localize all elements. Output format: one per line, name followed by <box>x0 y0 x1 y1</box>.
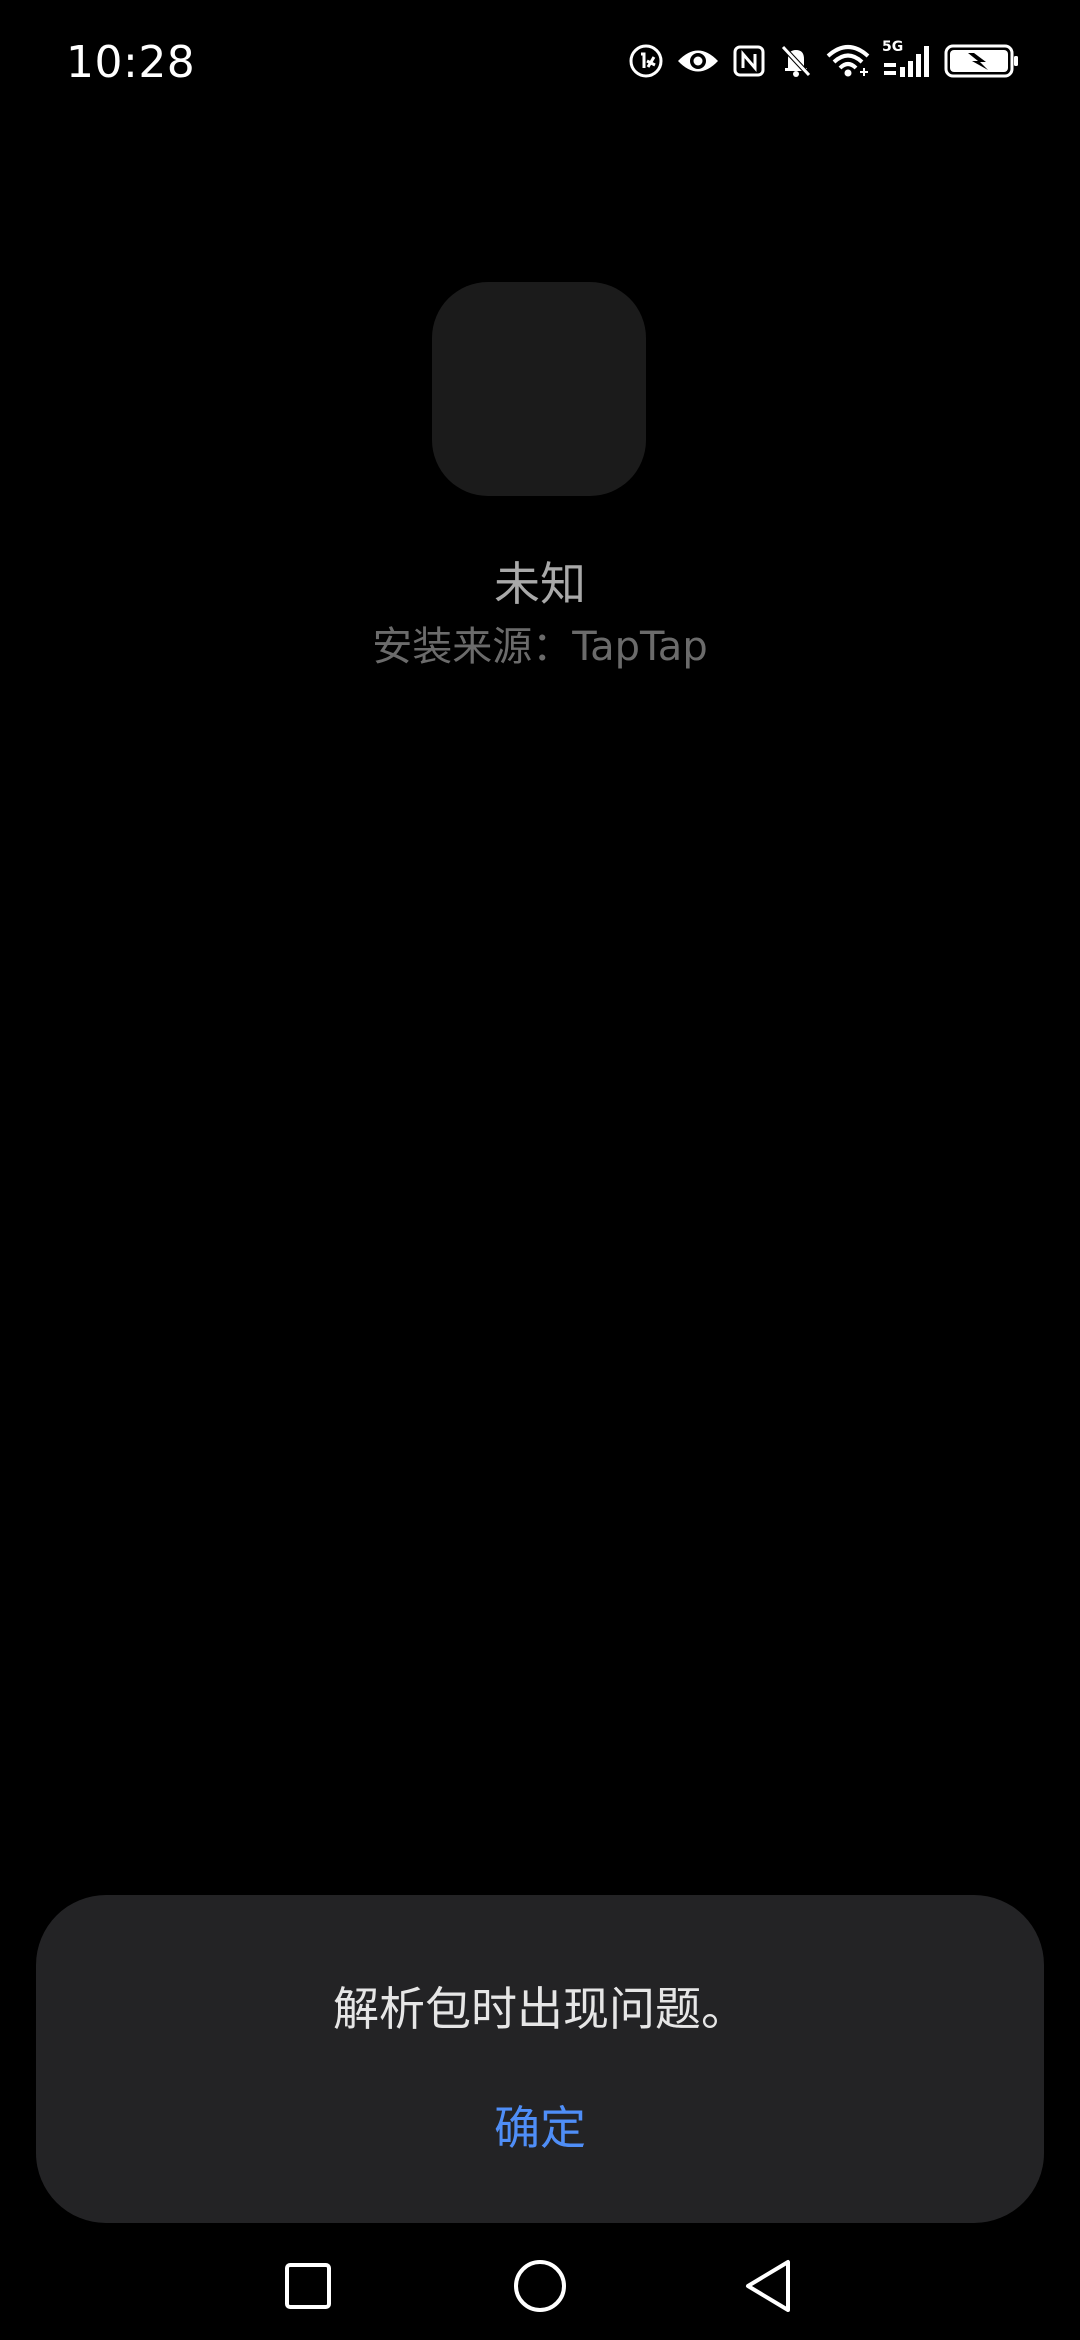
nfc-icon <box>733 45 765 77</box>
app-icon-placeholder <box>432 282 646 496</box>
back-button[interactable] <box>728 2246 808 2326</box>
status-icons: 5G <box>628 39 1020 79</box>
battery-charging-icon <box>944 44 1018 78</box>
silent-bell-icon <box>781 45 811 77</box>
home-button[interactable] <box>500 2246 580 2326</box>
install-source: 安装来源：TapTap <box>372 624 708 670</box>
dialog-message: 解析包时出现问题。 <box>333 1982 747 2036</box>
back-triangle-icon <box>746 2260 790 2312</box>
accessibility-badge-icon <box>629 44 663 78</box>
home-circle-icon <box>514 2260 566 2312</box>
wifi-icon <box>826 45 870 77</box>
eye-protection-icon <box>678 50 718 72</box>
recents-square-icon <box>285 2263 331 2309</box>
navigation-bar <box>0 2230 1080 2340</box>
app-name: 未知 <box>494 557 586 611</box>
installer-screen: 10:28 5G 未知 安装来源：TapTap 解析包时出现问题。 确定 <box>0 0 1080 2340</box>
status-bar: 10:28 5G <box>0 0 1080 120</box>
parse-error-dialog: 解析包时出现问题。 确定 <box>36 1895 1044 2223</box>
5g-signal-icon: 5G <box>882 39 932 79</box>
recents-button[interactable] <box>268 2246 348 2326</box>
confirm-button[interactable]: 确定 <box>440 2085 640 2165</box>
status-time: 10:28 <box>66 36 196 88</box>
